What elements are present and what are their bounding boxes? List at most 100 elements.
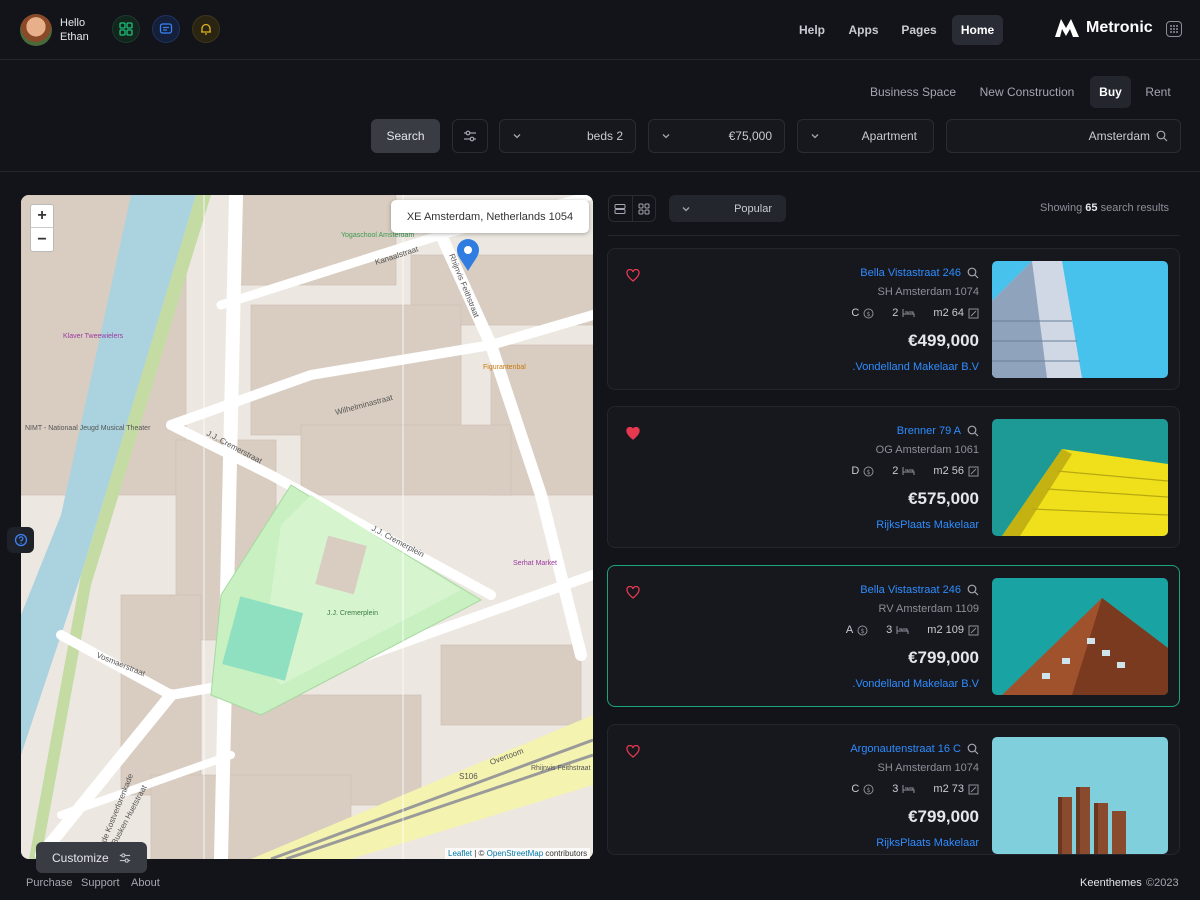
beds-select[interactable]: beds 2 <box>499 119 636 153</box>
search-icon[interactable] <box>967 743 979 755</box>
price-value: €75,000 <box>728 129 772 143</box>
results-prefix: Showing <box>1040 202 1083 214</box>
area-value: m2 109 <box>927 624 964 636</box>
listing-price: €799,000 <box>908 807 979 826</box>
nav-help[interactable]: Help <box>792 15 832 45</box>
favorite-heart-icon[interactable] <box>626 426 640 443</box>
nav-pages[interactable]: Pages <box>895 15 943 45</box>
top-header <box>0 0 1200 60</box>
listing-title[interactable]: Bella Vistastraat 246 <box>860 267 961 279</box>
rooms-count: 3 <box>886 624 893 636</box>
listing-agent[interactable]: RijksPlaats Makelaar <box>876 519 979 531</box>
map-attribution: Leaflet | © OpenStreetMap contributors <box>445 848 591 859</box>
bed-icon <box>896 626 909 634</box>
location-input[interactable]: Amsterdam <box>946 119 1181 153</box>
map-label: Figurantenbal <box>483 364 526 371</box>
price-select[interactable]: €75,000 <box>648 119 785 153</box>
zoom-out-button[interactable]: − <box>31 228 53 251</box>
bed-icon <box>902 467 915 475</box>
chevron-down-icon <box>811 134 819 139</box>
favorite-heart-icon[interactable] <box>626 744 640 761</box>
user-name: Ethan <box>60 31 89 43</box>
rooms-count: 2 <box>892 465 899 477</box>
question-icon <box>14 533 27 547</box>
tab-business-space[interactable]: Business Space <box>862 76 964 108</box>
search-button[interactable]: Search <box>371 119 440 153</box>
map-label: Rhijnvis Feithstraat <box>531 765 591 772</box>
notifications-button[interactable] <box>192 15 220 43</box>
list-view-button[interactable] <box>609 196 633 221</box>
search-icon[interactable] <box>967 584 979 596</box>
customize-label: Customize <box>52 850 109 865</box>
listing-photo[interactable] <box>992 261 1168 378</box>
area-icon <box>968 466 979 476</box>
listing-address: SH Amsterdam 1074 <box>877 286 980 298</box>
osm-link[interactable]: OpenStreetMap <box>487 849 543 858</box>
listing-agent[interactable]: .Vondelland Makelaar B.V <box>852 678 979 690</box>
listing-agent[interactable]: .Vondelland Makelaar B.V <box>852 361 979 373</box>
leaflet-link[interactable]: Leaflet <box>448 849 472 858</box>
customize-button[interactable]: Customize <box>36 842 147 873</box>
greeting-text: Hello <box>60 17 86 29</box>
filter-settings-button[interactable] <box>452 119 488 153</box>
footer-brand[interactable]: Keenthemes <box>1080 877 1142 889</box>
tab-buy[interactable]: Buy <box>1090 76 1131 108</box>
menu-dots-button[interactable] <box>1166 21 1182 37</box>
listing-agent[interactable]: RijksPlaats Makelaar <box>876 837 979 849</box>
sort-select[interactable]: Popular <box>669 195 786 222</box>
listing-card[interactable]: Bella Vistastraat 246 SH Amsterdam 1074 … <box>607 248 1180 390</box>
energy-label: A <box>845 624 854 636</box>
tab-rent[interactable]: Rent <box>1138 76 1178 108</box>
footer-copyright: ©2023 <box>1146 877 1179 889</box>
map-label: J.J. Cremerplein <box>327 610 378 617</box>
listing-price: €575,000 <box>908 489 979 508</box>
area-icon <box>968 308 979 318</box>
map[interactable]: Derde Kostverlorenkade Kanaalstraat Rhij… <box>21 195 593 859</box>
listing-card[interactable]: Brenner 79 A OG Amsterdam 1061 D $ 2 m2 … <box>607 406 1180 548</box>
footer-link-support[interactable]: Support <box>81 877 120 889</box>
svg-text:$: $ <box>867 311 871 318</box>
messages-button[interactable] <box>152 15 180 43</box>
listing-card[interactable]: Bella Vistastraat 246 RV Amsterdam 1109 … <box>607 565 1180 707</box>
listing-card[interactable]: Argonautenstraat 16 C SH Amsterdam 1074 … <box>607 724 1180 855</box>
bed-icon <box>902 785 915 793</box>
help-float-button[interactable] <box>7 527 34 553</box>
listing-title[interactable]: Bella Vistastraat 246 <box>860 584 961 596</box>
bed-icon <box>902 309 915 317</box>
map-zoom-controls: + − <box>30 204 54 252</box>
type-select[interactable]: Apartment <box>797 119 934 153</box>
tab-new-construction[interactable]: New Construction <box>970 76 1084 108</box>
grid-view-button[interactable] <box>633 196 656 221</box>
listing-meta: C $ 3 m2 73 <box>851 783 979 795</box>
listing-title[interactable]: Argonautenstraat 16 C <box>850 743 961 755</box>
listing-title[interactable]: Brenner 79 A <box>897 425 961 437</box>
search-icon[interactable] <box>967 267 979 279</box>
chevron-down-icon <box>682 206 690 211</box>
footer-link-about[interactable]: About <box>131 877 160 889</box>
zoom-in-button[interactable]: + <box>31 205 53 228</box>
logo[interactable]: Metronic <box>1054 18 1153 38</box>
listing-photo[interactable] <box>992 578 1168 695</box>
svg-text:$: $ <box>867 469 871 476</box>
metronic-logo-icon <box>1055 19 1079 37</box>
search-icon <box>1156 130 1168 142</box>
listing-photo[interactable] <box>992 737 1168 854</box>
rows-icon <box>614 203 626 214</box>
svg-text:$: $ <box>867 787 871 794</box>
nav-apps[interactable]: Apps <box>842 15 885 45</box>
avatar[interactable] <box>20 14 52 46</box>
nav-home[interactable]: Home <box>952 15 1003 45</box>
energy-icon: $ <box>863 466 874 476</box>
map-label: S106 <box>459 772 478 781</box>
listing-price: €499,000 <box>908 331 979 350</box>
search-icon[interactable] <box>967 425 979 437</box>
svg-text:$: $ <box>861 628 865 635</box>
logo-text: Metronic <box>1086 19 1153 36</box>
listing-photo[interactable] <box>992 419 1168 536</box>
energy-icon: $ <box>863 784 874 794</box>
sliders-icon <box>119 852 131 863</box>
apps-grid-button[interactable] <box>112 15 140 43</box>
favorite-heart-icon[interactable] <box>626 585 640 602</box>
footer-link-purchase[interactable]: Purchase <box>26 877 72 889</box>
favorite-heart-icon[interactable] <box>626 268 640 285</box>
